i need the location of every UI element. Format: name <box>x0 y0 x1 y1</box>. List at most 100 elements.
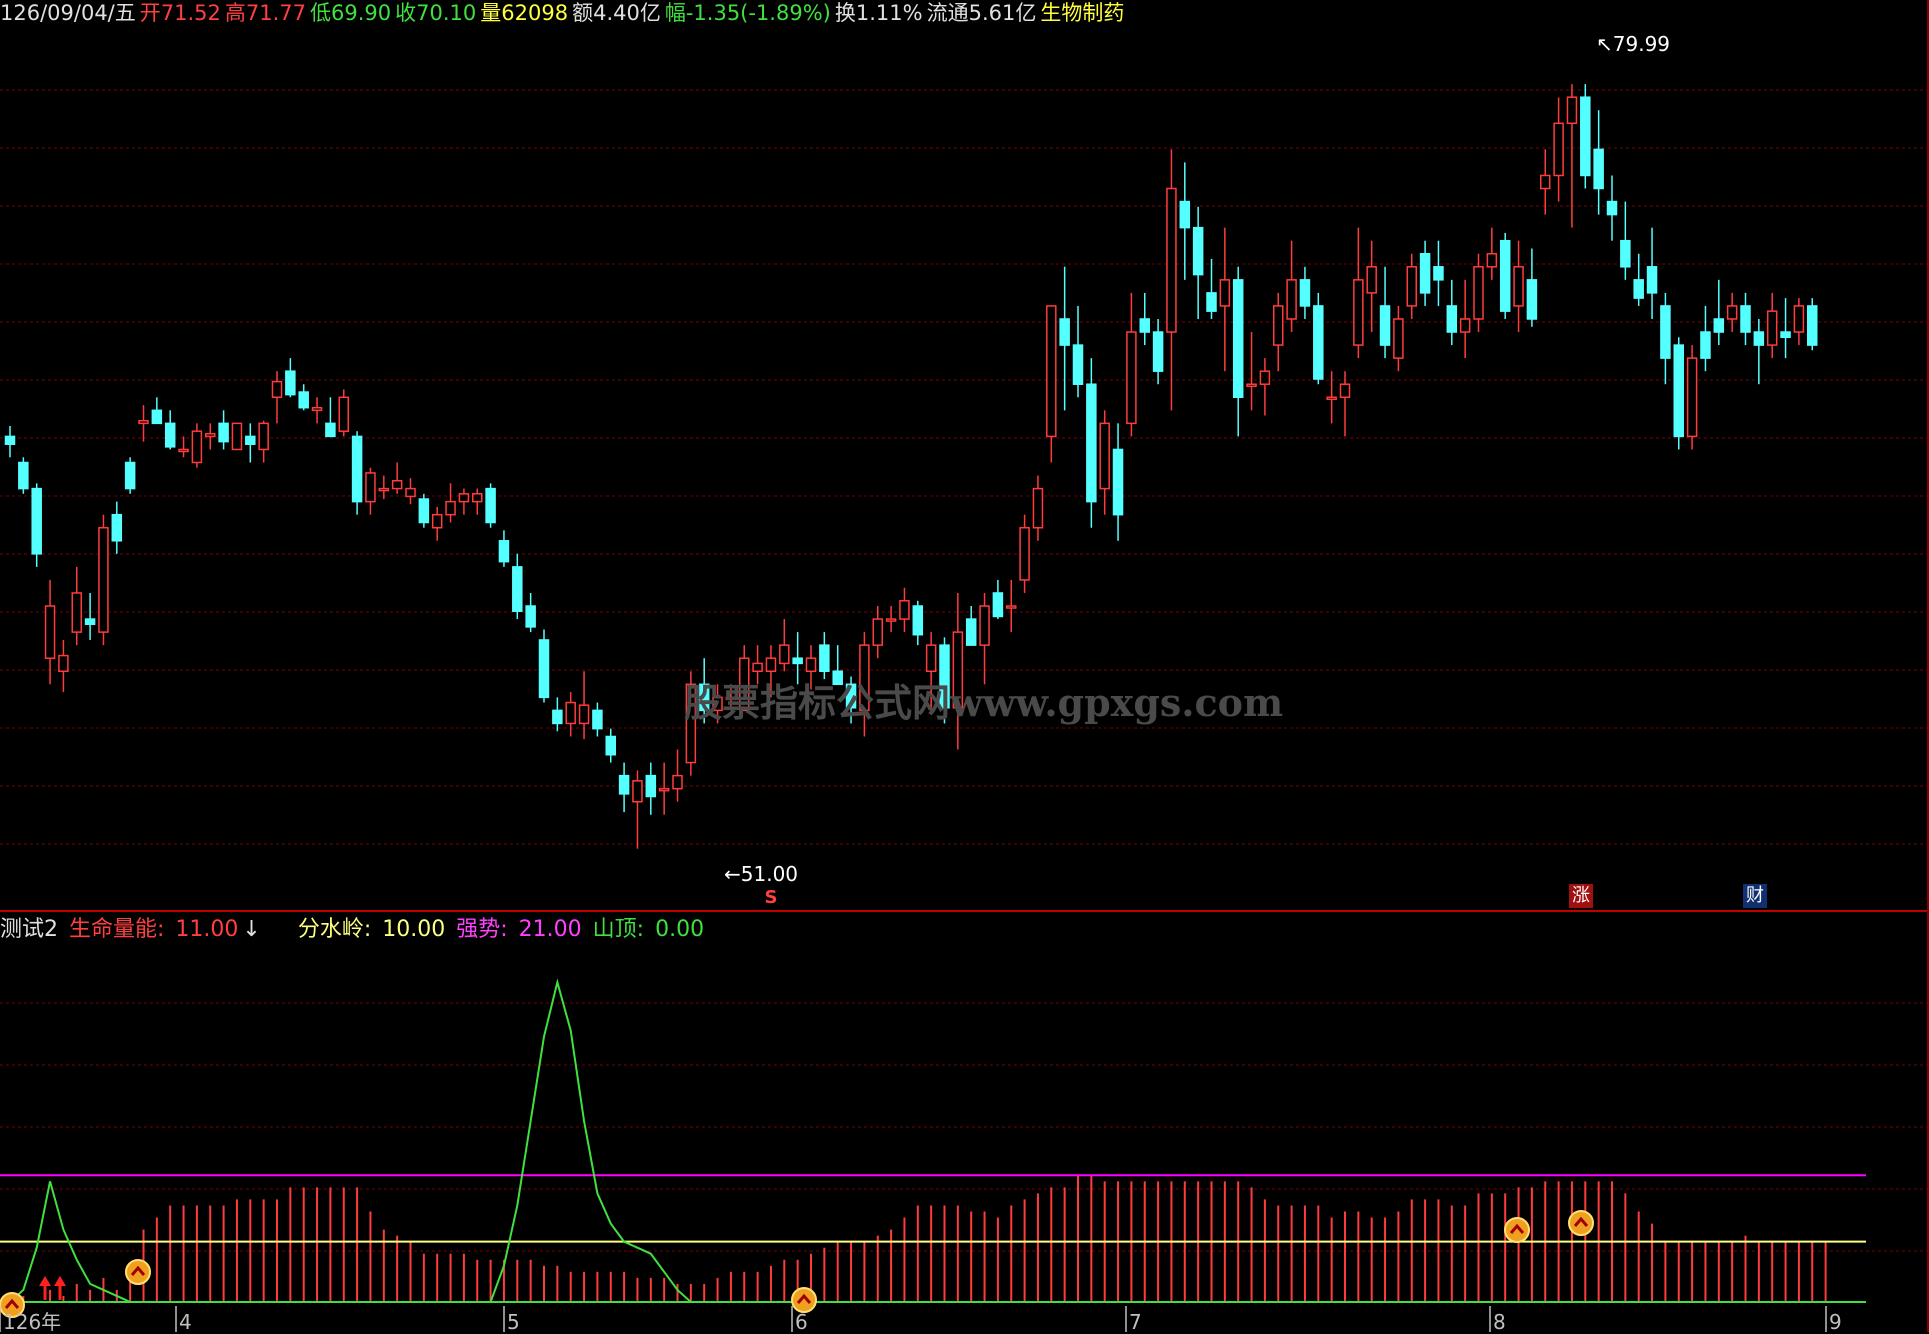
candle[interactable] <box>1286 240 1297 333</box>
candle[interactable] <box>1152 318 1164 385</box>
candle[interactable] <box>365 467 376 515</box>
stock-chart[interactable] <box>0 0 1929 1332</box>
candle[interactable] <box>1513 240 1524 333</box>
candle[interactable] <box>1393 305 1404 372</box>
candle[interactable] <box>338 389 349 437</box>
candle[interactable] <box>1753 318 1765 385</box>
candle[interactable] <box>231 422 243 451</box>
candle[interactable] <box>138 405 149 442</box>
candle[interactable] <box>1192 206 1204 319</box>
candle[interactable] <box>1526 248 1538 327</box>
candle[interactable] <box>1273 292 1284 372</box>
candle[interactable] <box>1700 305 1711 372</box>
candle[interactable] <box>151 397 163 425</box>
candle[interactable] <box>1366 240 1377 333</box>
candle[interactable] <box>912 600 924 646</box>
candle[interactable] <box>1807 298 1818 351</box>
candle[interactable] <box>1046 305 1057 463</box>
candle[interactable] <box>1406 253 1417 319</box>
candle[interactable] <box>1313 292 1324 385</box>
candle[interactable] <box>1766 292 1778 359</box>
candle[interactable] <box>1540 149 1551 215</box>
candle[interactable] <box>1126 292 1137 437</box>
candle[interactable] <box>1473 253 1484 333</box>
candle[interactable] <box>1246 332 1257 411</box>
candlesticks[interactable] <box>4 84 1818 849</box>
candle[interactable] <box>191 423 203 468</box>
candle[interactable] <box>44 579 56 685</box>
finance-badge[interactable]: 财 <box>1743 884 1767 908</box>
candle[interactable] <box>431 506 443 541</box>
candle[interactable] <box>1713 279 1725 346</box>
candle[interactable] <box>418 493 430 528</box>
candle[interactable] <box>1072 305 1084 398</box>
candle[interactable] <box>872 606 883 659</box>
candle[interactable] <box>1740 292 1751 346</box>
s-signal-badge[interactable]: S <box>759 886 783 910</box>
candle[interactable] <box>298 384 309 411</box>
candle[interactable] <box>1553 97 1564 202</box>
candle[interactable] <box>618 762 630 813</box>
candle[interactable] <box>1646 227 1658 319</box>
candle[interactable] <box>1686 345 1698 450</box>
candle[interactable] <box>1726 292 1738 333</box>
candle[interactable] <box>1299 266 1311 319</box>
candle[interactable] <box>285 358 296 398</box>
candle[interactable] <box>1459 279 1471 359</box>
candle[interactable] <box>218 410 229 450</box>
volume-bars[interactable] <box>22 1175 1827 1302</box>
candle[interactable] <box>1580 84 1591 189</box>
candle[interactable] <box>565 692 576 737</box>
candle[interactable] <box>512 553 523 620</box>
candle[interactable] <box>1019 514 1030 593</box>
candle[interactable] <box>31 483 42 567</box>
candle[interactable] <box>1206 258 1217 319</box>
candle[interactable] <box>1219 227 1231 372</box>
candle[interactable] <box>592 702 603 737</box>
candle[interactable] <box>1433 240 1444 306</box>
candle[interactable] <box>885 606 897 633</box>
candle[interactable] <box>84 592 96 640</box>
candle[interactable] <box>1059 266 1070 411</box>
candle[interactable] <box>1633 253 1644 306</box>
candle[interactable] <box>1499 232 1511 319</box>
limit-up-badge[interactable]: 涨 <box>1569 884 1593 908</box>
candle[interactable] <box>1166 149 1177 411</box>
candle[interactable] <box>1086 358 1097 528</box>
candle[interactable] <box>178 436 189 458</box>
candle[interactable] <box>58 639 69 693</box>
candle[interactable] <box>405 478 416 505</box>
candle[interactable] <box>525 592 536 633</box>
candle[interactable] <box>899 587 910 633</box>
candle[interactable] <box>632 770 643 849</box>
candle[interactable] <box>391 462 403 494</box>
candle[interactable] <box>1006 579 1017 633</box>
candle[interactable] <box>351 431 363 515</box>
candle[interactable] <box>1593 110 1604 215</box>
sector-label[interactable]: 生物制药 <box>1040 1 1124 25</box>
candle[interactable] <box>71 566 82 646</box>
candle[interactable] <box>1339 371 1351 437</box>
candle[interactable] <box>992 579 1004 620</box>
candle[interactable] <box>1326 371 1337 424</box>
candle[interactable] <box>658 762 670 815</box>
candle[interactable] <box>124 457 136 494</box>
candle[interactable] <box>1606 175 1618 241</box>
candle[interactable] <box>1673 337 1684 450</box>
candle[interactable] <box>271 371 283 424</box>
candle[interactable] <box>1660 292 1671 385</box>
candle[interactable] <box>672 749 683 802</box>
candle[interactable] <box>605 728 616 763</box>
candle[interactable] <box>485 483 496 528</box>
candle[interactable] <box>4 425 16 458</box>
candle[interactable] <box>458 488 470 515</box>
candle[interactable] <box>1112 423 1124 541</box>
candle[interactable] <box>1259 358 1271 416</box>
candle[interactable] <box>111 501 123 554</box>
candle[interactable] <box>245 423 256 463</box>
candle[interactable] <box>472 488 483 515</box>
candle[interactable] <box>1379 266 1391 359</box>
candle[interactable] <box>552 697 563 732</box>
candle[interactable] <box>1446 279 1458 346</box>
candle[interactable] <box>258 420 269 463</box>
